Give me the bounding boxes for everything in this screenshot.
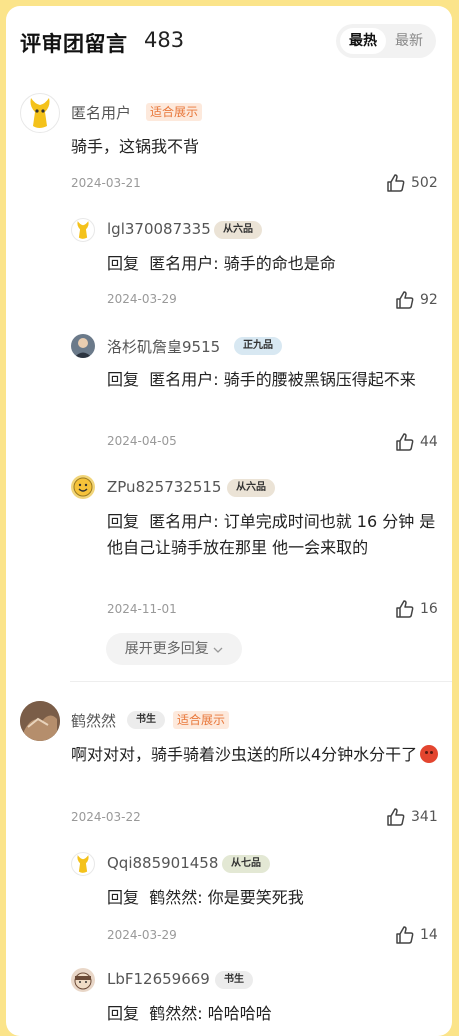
like-button[interactable]: 16 (395, 598, 438, 620)
page-title: 评审团留言 (20, 32, 128, 56)
like-count: 92 (420, 292, 438, 308)
rank-badge: 从七品 (222, 855, 270, 873)
yellow-mascot-icon (30, 98, 50, 128)
thumbs-up-icon (395, 290, 415, 310)
chevron-down-icon (213, 647, 223, 653)
featured-badge: 适合展示 (146, 103, 203, 121)
sort-hot-tab[interactable]: 最热 (340, 28, 386, 54)
like-button[interactable]: 341 (386, 806, 438, 828)
like-count: 16 (420, 601, 438, 617)
panel-header: 评审团留言 483 最热 最新 (6, 6, 452, 86)
angry-emoji-icon (420, 745, 439, 763)
sort-toggle: 最热 最新 (336, 24, 436, 58)
reply-text: 回复 匿名用户: 骑手的命也是命 (107, 254, 336, 273)
reply-username[interactable]: Qqi885901458 (107, 854, 218, 872)
like-count: 44 (420, 434, 438, 450)
avatar[interactable] (71, 218, 95, 242)
comment-text: 骑手，这锅我不背 (71, 137, 200, 156)
like-button[interactable]: 14 (395, 924, 438, 946)
user-photo-icon (74, 338, 92, 358)
review-panel: 评审团留言 483 最热 最新 匿名用户 适合展示 骑手，这锅我不背 2024-… (6, 6, 452, 1036)
reply-username[interactable]: lgl370087335 (107, 220, 211, 238)
rank-badge: 正九品 (234, 337, 282, 355)
like-button[interactable]: 44 (395, 431, 438, 453)
comment-date: 2024-03-22 (71, 810, 141, 824)
reply-username[interactable]: ZPu825732515 (107, 478, 221, 496)
avatar[interactable] (71, 475, 95, 499)
thumbs-up-icon (395, 599, 415, 619)
like-count: 502 (411, 175, 438, 191)
avatar[interactable] (71, 334, 95, 358)
divider (70, 681, 452, 682)
reply-username[interactable]: LbF12659669 (107, 970, 210, 988)
rank-badge: 书生 (127, 711, 165, 729)
thumbs-up-icon (386, 173, 406, 193)
reply-date: 2024-11-01 (107, 602, 177, 616)
comment-text: 啊对对对，骑手骑着沙虫送的所以4分钟水分干了 (71, 742, 441, 768)
avatar[interactable] (20, 701, 60, 741)
crane-photo-icon (20, 701, 60, 741)
avatar[interactable] (20, 93, 60, 133)
comment-date: 2024-03-21 (71, 176, 141, 190)
reply-text: 回复 鹤然然: 哈哈哈哈 (107, 1004, 272, 1023)
rank-badge: 从六品 (227, 479, 275, 497)
like-button[interactable]: 502 (386, 172, 438, 194)
avatar[interactable] (71, 968, 95, 992)
rank-badge: 书生 (215, 971, 253, 989)
thumbs-up-icon (395, 925, 415, 945)
comment-username[interactable]: 匿名用户 (71, 102, 131, 123)
expand-replies-button[interactable]: 展开更多回复 (106, 633, 242, 665)
yellow-mascot-icon (77, 221, 89, 239)
thumbs-up-icon (386, 807, 406, 827)
rank-badge: 从六品 (214, 221, 262, 239)
sort-new-tab[interactable]: 最新 (386, 28, 432, 54)
reply-date: 2024-03-29 (107, 928, 177, 942)
reply-text: 回复 鹤然然: 你是要笑死我 (107, 888, 304, 907)
cartoon-avatar-icon (74, 972, 92, 990)
like-button[interactable]: 92 (395, 289, 438, 311)
reply-text: 回复 匿名用户: 骑手的腰被黑锅压得起不来 (107, 370, 416, 389)
comment-username[interactable]: 鹤然然 (71, 710, 116, 731)
avatar[interactable] (71, 852, 95, 876)
smiley-face-icon (73, 477, 93, 497)
reply-date: 2024-04-05 (107, 434, 177, 448)
reply-date: 2024-03-29 (107, 292, 177, 306)
yellow-mascot-icon (77, 855, 89, 873)
reply-username[interactable]: 洛杉矶詹皇9515 (107, 336, 220, 357)
reply-text: 回复 匿名用户: 订单完成时间也就 16 分钟 是他自己让骑手放在那里 他一会来… (107, 512, 436, 557)
like-count: 14 (420, 927, 438, 943)
featured-badge: 适合展示 (173, 711, 230, 729)
comment-count: 483 (144, 28, 185, 52)
thumbs-up-icon (395, 432, 415, 452)
like-count: 341 (411, 809, 438, 825)
